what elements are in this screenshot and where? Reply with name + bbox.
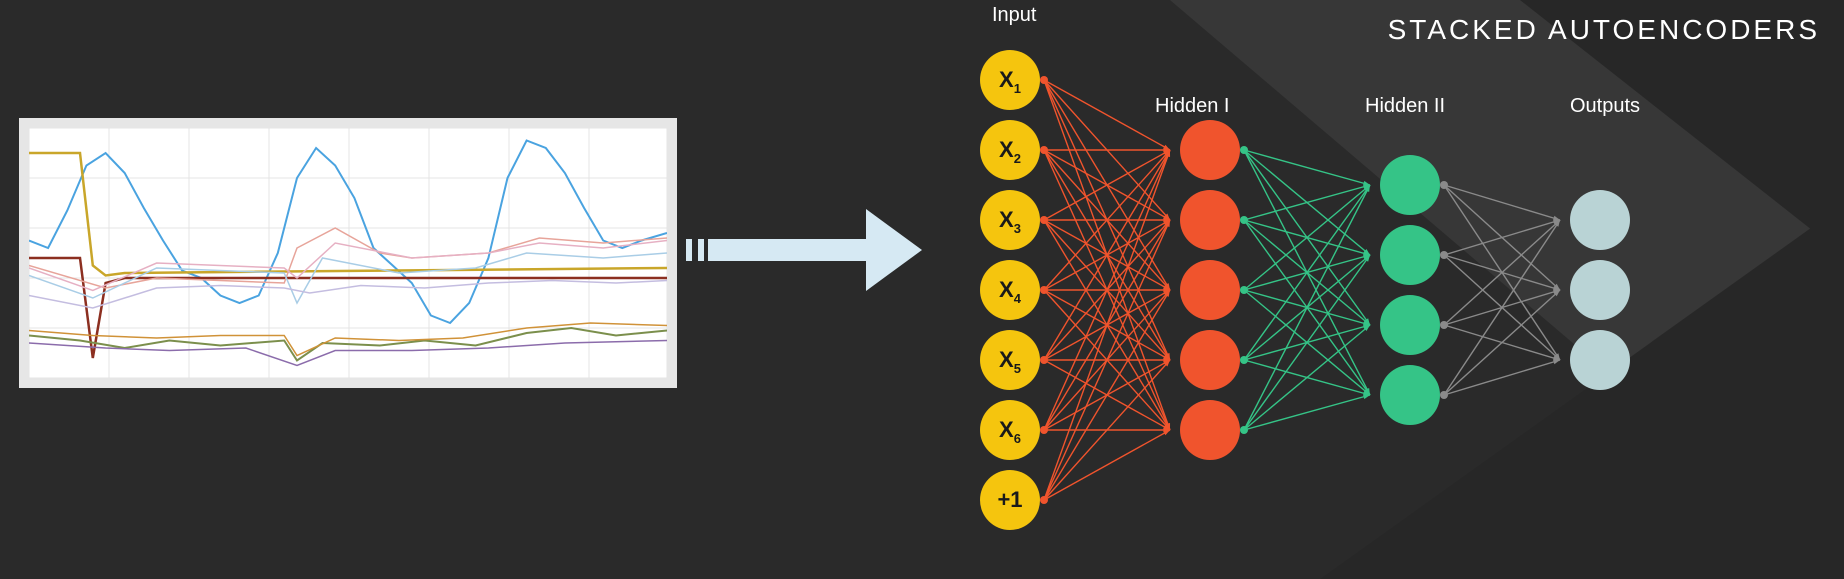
edge — [1044, 80, 1170, 150]
node-hidden2-3 — [1380, 365, 1440, 425]
edge — [1244, 325, 1370, 430]
edge — [1444, 185, 1560, 220]
chart-series-group — [29, 141, 667, 366]
node-hidden2-0 — [1380, 155, 1440, 215]
edge — [1044, 150, 1170, 500]
node-output-2 — [1570, 330, 1630, 390]
series-blue-wave — [29, 141, 667, 324]
edge — [1444, 220, 1560, 255]
arrow-head-icon — [866, 209, 922, 291]
node-hidden2-2 — [1380, 295, 1440, 355]
edge — [1044, 430, 1170, 500]
edge — [1444, 290, 1560, 395]
edge — [1244, 150, 1370, 185]
edge-start-dot — [1040, 496, 1048, 504]
edge-start-dot — [1040, 356, 1048, 364]
edge — [1244, 185, 1370, 220]
edge — [1244, 185, 1370, 430]
edge — [1044, 290, 1170, 500]
edge-arrow-icon — [1553, 360, 1560, 365]
edge-start-dot — [1240, 216, 1248, 224]
edge-start-dot — [1040, 286, 1048, 294]
network-diagram: X1X2X3X4X5X6+1 — [950, 40, 1830, 570]
node-hidden1-0 — [1180, 120, 1240, 180]
node-label: +1 — [997, 487, 1022, 512]
chart-grid — [29, 128, 667, 378]
edge — [1244, 185, 1370, 360]
node-output-0 — [1570, 190, 1630, 250]
arrow-shaft — [708, 239, 866, 261]
edge — [1244, 185, 1370, 290]
node-hidden2-1 — [1380, 225, 1440, 285]
edge-start-dot — [1240, 286, 1248, 294]
edge-start-dot — [1440, 181, 1448, 189]
label-input: Input — [992, 4, 1036, 27]
edge-start-dot — [1040, 426, 1048, 434]
node-hidden1-2 — [1180, 260, 1240, 320]
arrow-prefix-bars — [686, 239, 704, 261]
edge-start-dot — [1240, 426, 1248, 434]
edge-start-dot — [1040, 76, 1048, 84]
node-hidden1-3 — [1180, 330, 1240, 390]
node-hidden1-4 — [1180, 400, 1240, 460]
edge — [1244, 395, 1370, 430]
series-yellow — [29, 153, 667, 276]
edge — [1244, 255, 1370, 430]
edge-start-dot — [1240, 146, 1248, 154]
edge — [1444, 220, 1560, 395]
edge — [1444, 360, 1560, 395]
edge — [1444, 220, 1560, 325]
edge-arrow-icon — [1363, 394, 1370, 399]
edge-start-dot — [1440, 321, 1448, 329]
network-edges — [1040, 76, 1560, 504]
series-green-low — [29, 328, 667, 361]
node-hidden1-1 — [1180, 190, 1240, 250]
chart-svg — [29, 128, 667, 378]
edge-start-dot — [1240, 356, 1248, 364]
timeseries-chart — [19, 118, 677, 388]
edge-start-dot — [1440, 391, 1448, 399]
edge-start-dot — [1440, 251, 1448, 259]
node-output-1 — [1570, 260, 1630, 320]
edge-start-dot — [1040, 146, 1048, 154]
edge-start-dot — [1040, 216, 1048, 224]
